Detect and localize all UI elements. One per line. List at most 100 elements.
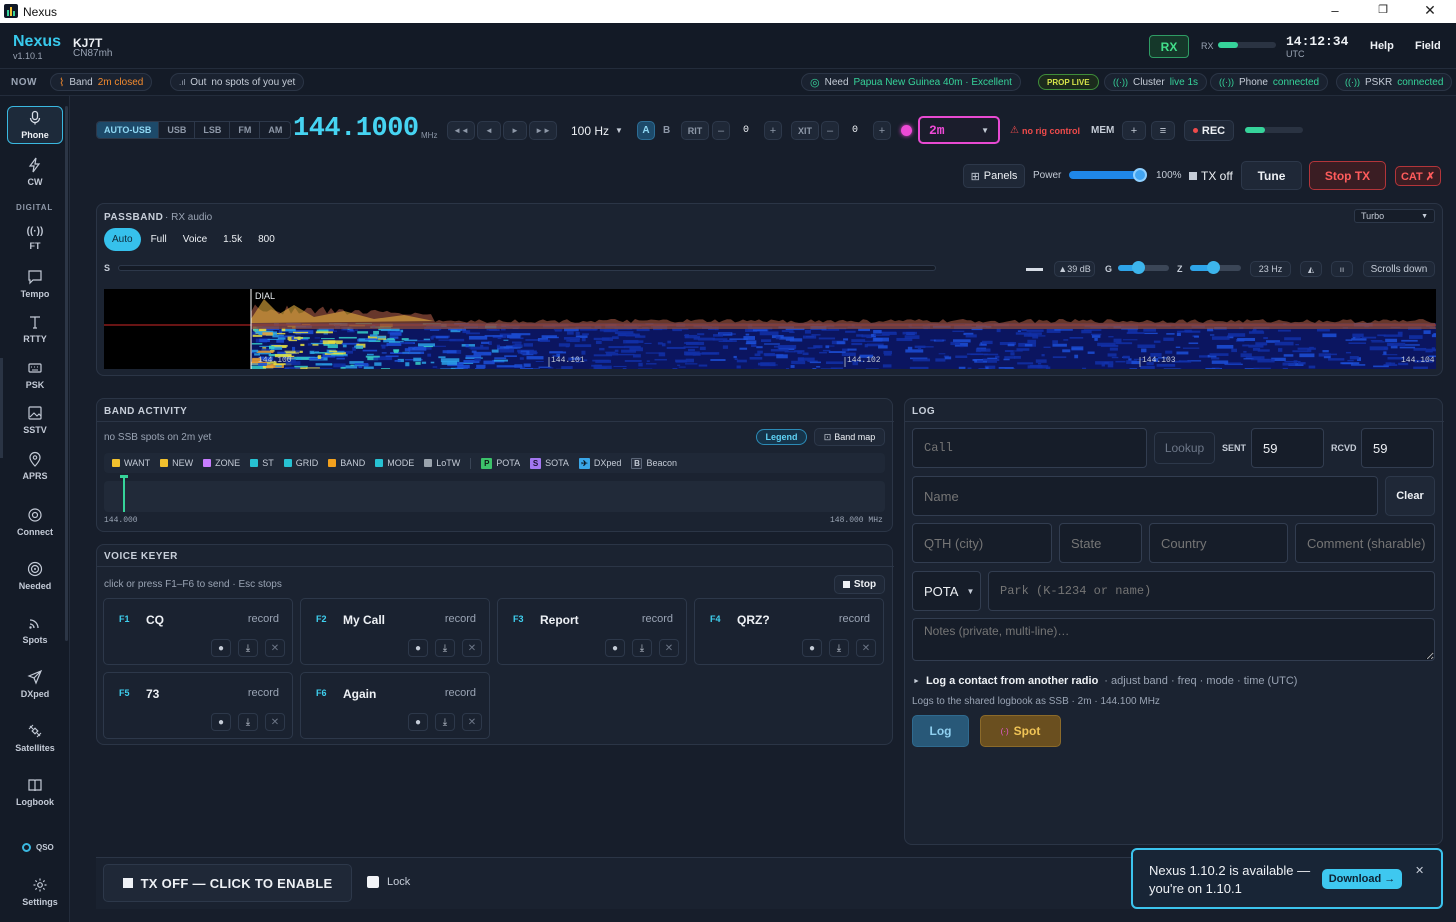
filter-1-5k[interactable]: 1.5k — [217, 228, 248, 251]
cat-status-button[interactable]: CAT ✗ — [1395, 166, 1441, 186]
tx-enable-button[interactable]: TX OFF — CLICK TO ENABLE — [103, 864, 352, 902]
country-input[interactable] — [1149, 523, 1288, 563]
band-map-strip[interactable] — [104, 475, 885, 512]
rit-button[interactable]: RIT — [681, 121, 709, 140]
rit-plus-button[interactable]: + — [764, 121, 782, 140]
mem-add-button[interactable]: + — [1122, 121, 1146, 140]
minimize-icon[interactable]: – — [1325, 3, 1345, 19]
voice-key-f1[interactable]: F1 CQ record ● ⤓ ✕ — [103, 598, 293, 665]
other-radio-toggle[interactable]: ► Log a contact from another radio · adj… — [913, 675, 1297, 687]
program-select[interactable]: POTA ▼ — [912, 571, 981, 611]
cluster-chip[interactable]: ((·)) Cluster live 1s — [1104, 73, 1208, 91]
filter-full[interactable]: Full — [145, 228, 173, 251]
log-button[interactable]: Log — [912, 715, 969, 747]
download-icon[interactable]: ⤓ — [435, 639, 455, 657]
sidebar-item-ft[interactable]: ((·)) FT — [7, 216, 63, 260]
record-link[interactable]: record — [248, 687, 279, 699]
state-input[interactable] — [1059, 523, 1142, 563]
checkbox-icon[interactable] — [367, 876, 379, 888]
slider-thumb[interactable] — [1206, 261, 1220, 274]
db-level-button[interactable]: ▲39 dB — [1054, 261, 1095, 277]
frequency-display[interactable]: 144.1000 — [293, 114, 419, 144]
gain-slider[interactable] — [1118, 261, 1169, 274]
notes-textarea[interactable] — [912, 618, 1435, 661]
sidebar-item-phone[interactable]: Phone — [7, 106, 63, 144]
delete-icon[interactable]: ✕ — [856, 639, 876, 657]
voice-key-f4[interactable]: F4 QRZ? record ● ⤓ ✕ — [694, 598, 884, 665]
help-button[interactable]: Help — [1370, 40, 1394, 52]
slider-thumb[interactable] — [1132, 261, 1146, 274]
qso-indicator[interactable]: QSO — [22, 843, 54, 852]
play-icon[interactable]: ● — [605, 639, 625, 657]
sidebar-scrollbar[interactable] — [65, 106, 68, 641]
stop-tx-button[interactable]: Stop TX — [1309, 161, 1386, 190]
sidebar-item-dxped[interactable]: DXped — [7, 662, 63, 706]
band-select[interactable]: 2m ▼ — [918, 116, 1000, 144]
sidebar-item-logbook[interactable]: Logbook — [7, 770, 63, 814]
comment-input[interactable] — [1295, 523, 1435, 563]
voice-key-f2[interactable]: F2 My Call record ● ⤓ ✕ — [300, 598, 490, 665]
tune-up-button[interactable]: ► — [503, 121, 527, 140]
record-link[interactable]: record — [839, 613, 870, 625]
rit-minus-button[interactable]: – — [712, 121, 730, 140]
sidebar-item-sstv[interactable]: SSTV — [7, 398, 63, 442]
play-icon[interactable]: ● — [802, 639, 822, 657]
voice-key-f5[interactable]: F5 73 record ● ⤓ ✕ — [103, 672, 293, 739]
vfo-b-button[interactable]: B — [663, 125, 670, 136]
voice-key-f3[interactable]: F3 Report record ● ⤓ ✕ — [497, 598, 687, 665]
tune-down-button[interactable]: ◄ — [477, 121, 501, 140]
rec-button[interactable]: REC — [1184, 120, 1234, 141]
speed-select[interactable]: Turbo ▼ — [1354, 209, 1435, 223]
sidebar-item-cw[interactable]: CW — [7, 150, 63, 194]
sidebar-item-spots[interactable]: Spots — [7, 608, 63, 652]
sidebar-item-settings[interactable]: Settings — [12, 870, 68, 914]
tune-fast-up-button[interactable]: ►► — [529, 121, 557, 140]
band-map-button[interactable]: ⊡ Band map — [814, 428, 885, 446]
qth-input[interactable] — [912, 523, 1052, 563]
lookup-button[interactable]: Lookup — [1154, 432, 1215, 464]
rcvd-input[interactable] — [1361, 428, 1434, 468]
delete-icon[interactable]: ✕ — [462, 639, 482, 657]
record-link[interactable]: record — [445, 687, 476, 699]
peak-button[interactable]: ◭ — [1300, 261, 1322, 277]
mode-fm[interactable]: FM — [229, 122, 259, 138]
sidebar-item-tempo[interactable]: Tempo — [7, 262, 63, 306]
filter-voice[interactable]: Voice — [177, 228, 213, 251]
download-icon[interactable]: ⤓ — [829, 639, 849, 657]
pskr-chip[interactable]: ((·)) PSKR connected — [1336, 73, 1453, 91]
xit-minus-button[interactable]: – — [821, 121, 839, 140]
sidebar-item-psk[interactable]: PSK — [7, 353, 63, 397]
band-status-chip[interactable]: ⌇ Band 2m closed — [50, 73, 153, 91]
mode-usb[interactable]: USB — [158, 122, 194, 138]
download-button[interactable]: Download → — [1322, 869, 1402, 889]
waterfall-display[interactable] — [104, 289, 1436, 369]
download-icon[interactable]: ⤓ — [632, 639, 652, 657]
record-link[interactable]: record — [445, 613, 476, 625]
maximize-icon[interactable]: ❐ — [1373, 3, 1393, 19]
voice-keyer-stop-button[interactable]: Stop — [834, 575, 885, 594]
mode-lsb[interactable]: LSB — [194, 122, 229, 138]
name-input[interactable] — [912, 476, 1378, 516]
mode-am[interactable]: AM — [259, 122, 290, 138]
sidebar-item-connect[interactable]: Connect — [7, 500, 63, 544]
filter-auto[interactable]: Auto — [104, 228, 141, 251]
mode-auto-usb[interactable]: AUTO-USB — [97, 122, 159, 138]
delete-icon[interactable]: ✕ — [265, 639, 285, 657]
play-icon[interactable]: ● — [211, 713, 231, 731]
download-icon[interactable]: ⤓ — [435, 713, 455, 731]
zoom-slider[interactable] — [1190, 261, 1241, 274]
park-input[interactable] — [988, 571, 1435, 611]
step-select[interactable]: 100 Hz ▼ — [571, 121, 623, 140]
spot-button[interactable]: (·) Spot — [980, 715, 1061, 747]
out-status-chip[interactable]: .ıl Out no spots of you yet — [170, 73, 305, 91]
close-icon[interactable]: ✕ — [1420, 2, 1440, 18]
delete-icon[interactable]: ✕ — [659, 639, 679, 657]
delete-icon[interactable]: ✕ — [462, 713, 482, 731]
need-chip[interactable]: ◎ Need Papua New Guinea 40m · Excellent — [801, 73, 1021, 91]
play-icon[interactable]: ● — [408, 713, 428, 731]
phone-chip[interactable]: ((·)) Phone connected — [1210, 73, 1329, 91]
download-icon[interactable]: ⤓ — [238, 639, 258, 657]
mem-list-button[interactable]: ≡ — [1151, 121, 1175, 140]
slider-thumb[interactable] — [1133, 168, 1147, 182]
lock-checkbox[interactable]: Lock — [367, 876, 410, 888]
